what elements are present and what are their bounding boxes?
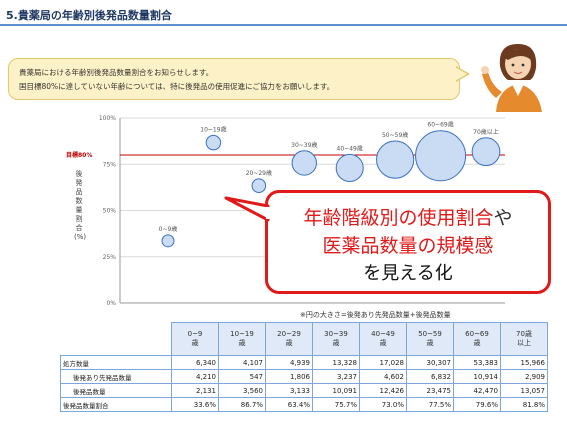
table-row: 後発あり先発品数量 4,210 547 1,806 3,237 4,602 6,… — [60, 369, 548, 384]
callout-line-3: を見える化 — [363, 263, 453, 284]
table-header: 10~19 歳 — [218, 322, 266, 356]
y-tick-label: 0% — [106, 300, 116, 307]
bubble — [415, 130, 467, 182]
table-row: 後発品数量割合 33.6% 86.7% 63.4% 75.7% 73.0% 77… — [60, 397, 548, 412]
y-axis-ticks: 0% 25% 50% 75% 100% — [99, 115, 116, 307]
speech-bubble: 貴薬局における年齢別後発品数量割合をお知らせします。 国目標80%に達していない… — [8, 58, 460, 100]
table-cell: 17,028 — [359, 355, 407, 370]
table-cell: 4,939 — [265, 355, 313, 370]
row-label: 処方数量 — [60, 355, 172, 370]
table-header-row: 0~9 歳 10~19 歳 20~29 歳 30~39 歳 40~49 歳 50~59 歳 … — [60, 322, 548, 356]
bubble-label: 0~9歳 — [159, 225, 178, 233]
bubble-label: 70歳以上 — [473, 128, 499, 136]
assistant-illustration — [481, 44, 542, 112]
table-cell: 1,806 — [265, 369, 313, 384]
callout-line-2: 医薬品数量の規模感 — [322, 235, 494, 257]
speech-line-2: 国目標80%に達していない年齢については、特に後発品の使用促進にご協力をお願いし… — [19, 82, 335, 91]
bubble-label: 10~19歳 — [200, 125, 226, 133]
table-cell: 15,966 — [500, 355, 548, 370]
y-axis-label: 後発品数量割合(%) — [74, 170, 87, 241]
table-header: 40~49 歳 — [359, 322, 407, 356]
table-header: 60~69 歳 — [453, 322, 501, 356]
table-cell: 79.6% — [453, 397, 501, 412]
table-header: 20~29 歳 — [265, 322, 313, 356]
table-cell: 2,909 — [500, 369, 548, 384]
y-tick-label: 25% — [103, 254, 117, 261]
highlight-callout: 年齢階級別の使用割合や 医薬品数量の規模感 を見える化 — [265, 190, 551, 294]
table-cell: 4,602 — [359, 369, 407, 384]
bubble-label: 20~29歳 — [246, 169, 272, 177]
table-cell: 3,237 — [312, 369, 360, 384]
table-cell: 2,131 — [171, 383, 219, 398]
table-cell: 53,383 — [453, 355, 501, 370]
table-cell: 10,091 — [312, 383, 360, 398]
bubble — [471, 137, 501, 167]
table-cell: 10,914 — [453, 369, 501, 384]
table-cell: 12,426 — [359, 383, 407, 398]
table-header: 0~9 歳 — [171, 322, 219, 356]
bubble — [376, 140, 415, 179]
speech-line-1: 貴薬局における年齢別後発品数量割合をお知らせします。 — [19, 68, 214, 77]
row-label: 後発あり先発品数量 — [60, 369, 172, 384]
table-cell: 81.8% — [500, 397, 548, 412]
page-title: 5.貴薬局の年齢別後発品数量割合 — [6, 9, 172, 22]
bubble — [335, 153, 364, 182]
section-header: 5.貴薬局の年齢別後発品数量割合 — [0, 0, 567, 26]
callout-line-1: 年齢階級別の使用割合や — [268, 203, 548, 230]
y-tick-label: 75% — [103, 161, 117, 168]
table-cell: 63.4% — [265, 397, 313, 412]
table-cell: 6,832 — [406, 369, 454, 384]
bubble-label: 50~59歳 — [382, 131, 408, 139]
table-header: 50~59 歳 — [406, 322, 454, 356]
target-label: 目標80% — [66, 152, 93, 159]
table-cell: 4,107 — [218, 355, 266, 370]
y-tick-label: 50% — [103, 208, 117, 215]
bubble — [161, 234, 175, 248]
table-corner — [60, 322, 172, 356]
speech-tail-fill — [455, 67, 467, 81]
row-label: 後発品数量 — [60, 383, 172, 398]
table-row: 後発品数量 2,131 3,560 3,133 10,091 12,426 23… — [60, 383, 548, 398]
table-cell: 30,307 — [406, 355, 454, 370]
callout-line-1-red: 年齢階級別の使用割合 — [303, 207, 494, 229]
table-cell: 75.7% — [312, 397, 360, 412]
bubble — [291, 150, 317, 176]
bubble-label: 60~69歳 — [427, 121, 453, 129]
bubble — [205, 134, 222, 151]
bubble-label: 30~39歳 — [291, 141, 317, 149]
table-cell: 77.5% — [406, 397, 454, 412]
table-cell: 547 — [218, 369, 266, 384]
header-divider — [0, 24, 567, 26]
table-cell: 13,057 — [500, 383, 548, 398]
table-cell: 13,328 — [312, 355, 360, 370]
callout-pointer — [224, 196, 274, 222]
age-data-table: 0~9 歳 10~19 歳 20~29 歳 30~39 歳 40~49 歳 50~59 歳 … — [60, 322, 548, 412]
table-row: 処方数量 6,340 4,107 4,939 13,328 17,028 30,… — [60, 355, 548, 370]
table-cell: 6,340 — [171, 355, 219, 370]
table-cell: 3,560 — [218, 383, 266, 398]
row-label: 後発品数量割合 — [60, 397, 172, 412]
table-cell: 23,475 — [406, 383, 454, 398]
bubble-size-note: ※円の大きさ=後発あり先発品数量+後発品数量 — [300, 311, 451, 319]
table-cell: 73.0% — [359, 397, 407, 412]
y-tick-label: 100% — [99, 115, 116, 122]
table-cell: 42,470 — [453, 383, 501, 398]
table-cell: 3,133 — [265, 383, 313, 398]
bubble — [251, 178, 267, 194]
callout-line-1-tail: や — [493, 207, 513, 229]
table-header: 30~39 歳 — [312, 322, 360, 356]
table-header: 70歳 以上 — [500, 322, 548, 356]
table-cell: 33.6% — [171, 397, 219, 412]
table-cell: 86.7% — [218, 397, 266, 412]
table-cell: 4,210 — [171, 369, 219, 384]
bubble-label: 40~49歳 — [337, 144, 363, 152]
